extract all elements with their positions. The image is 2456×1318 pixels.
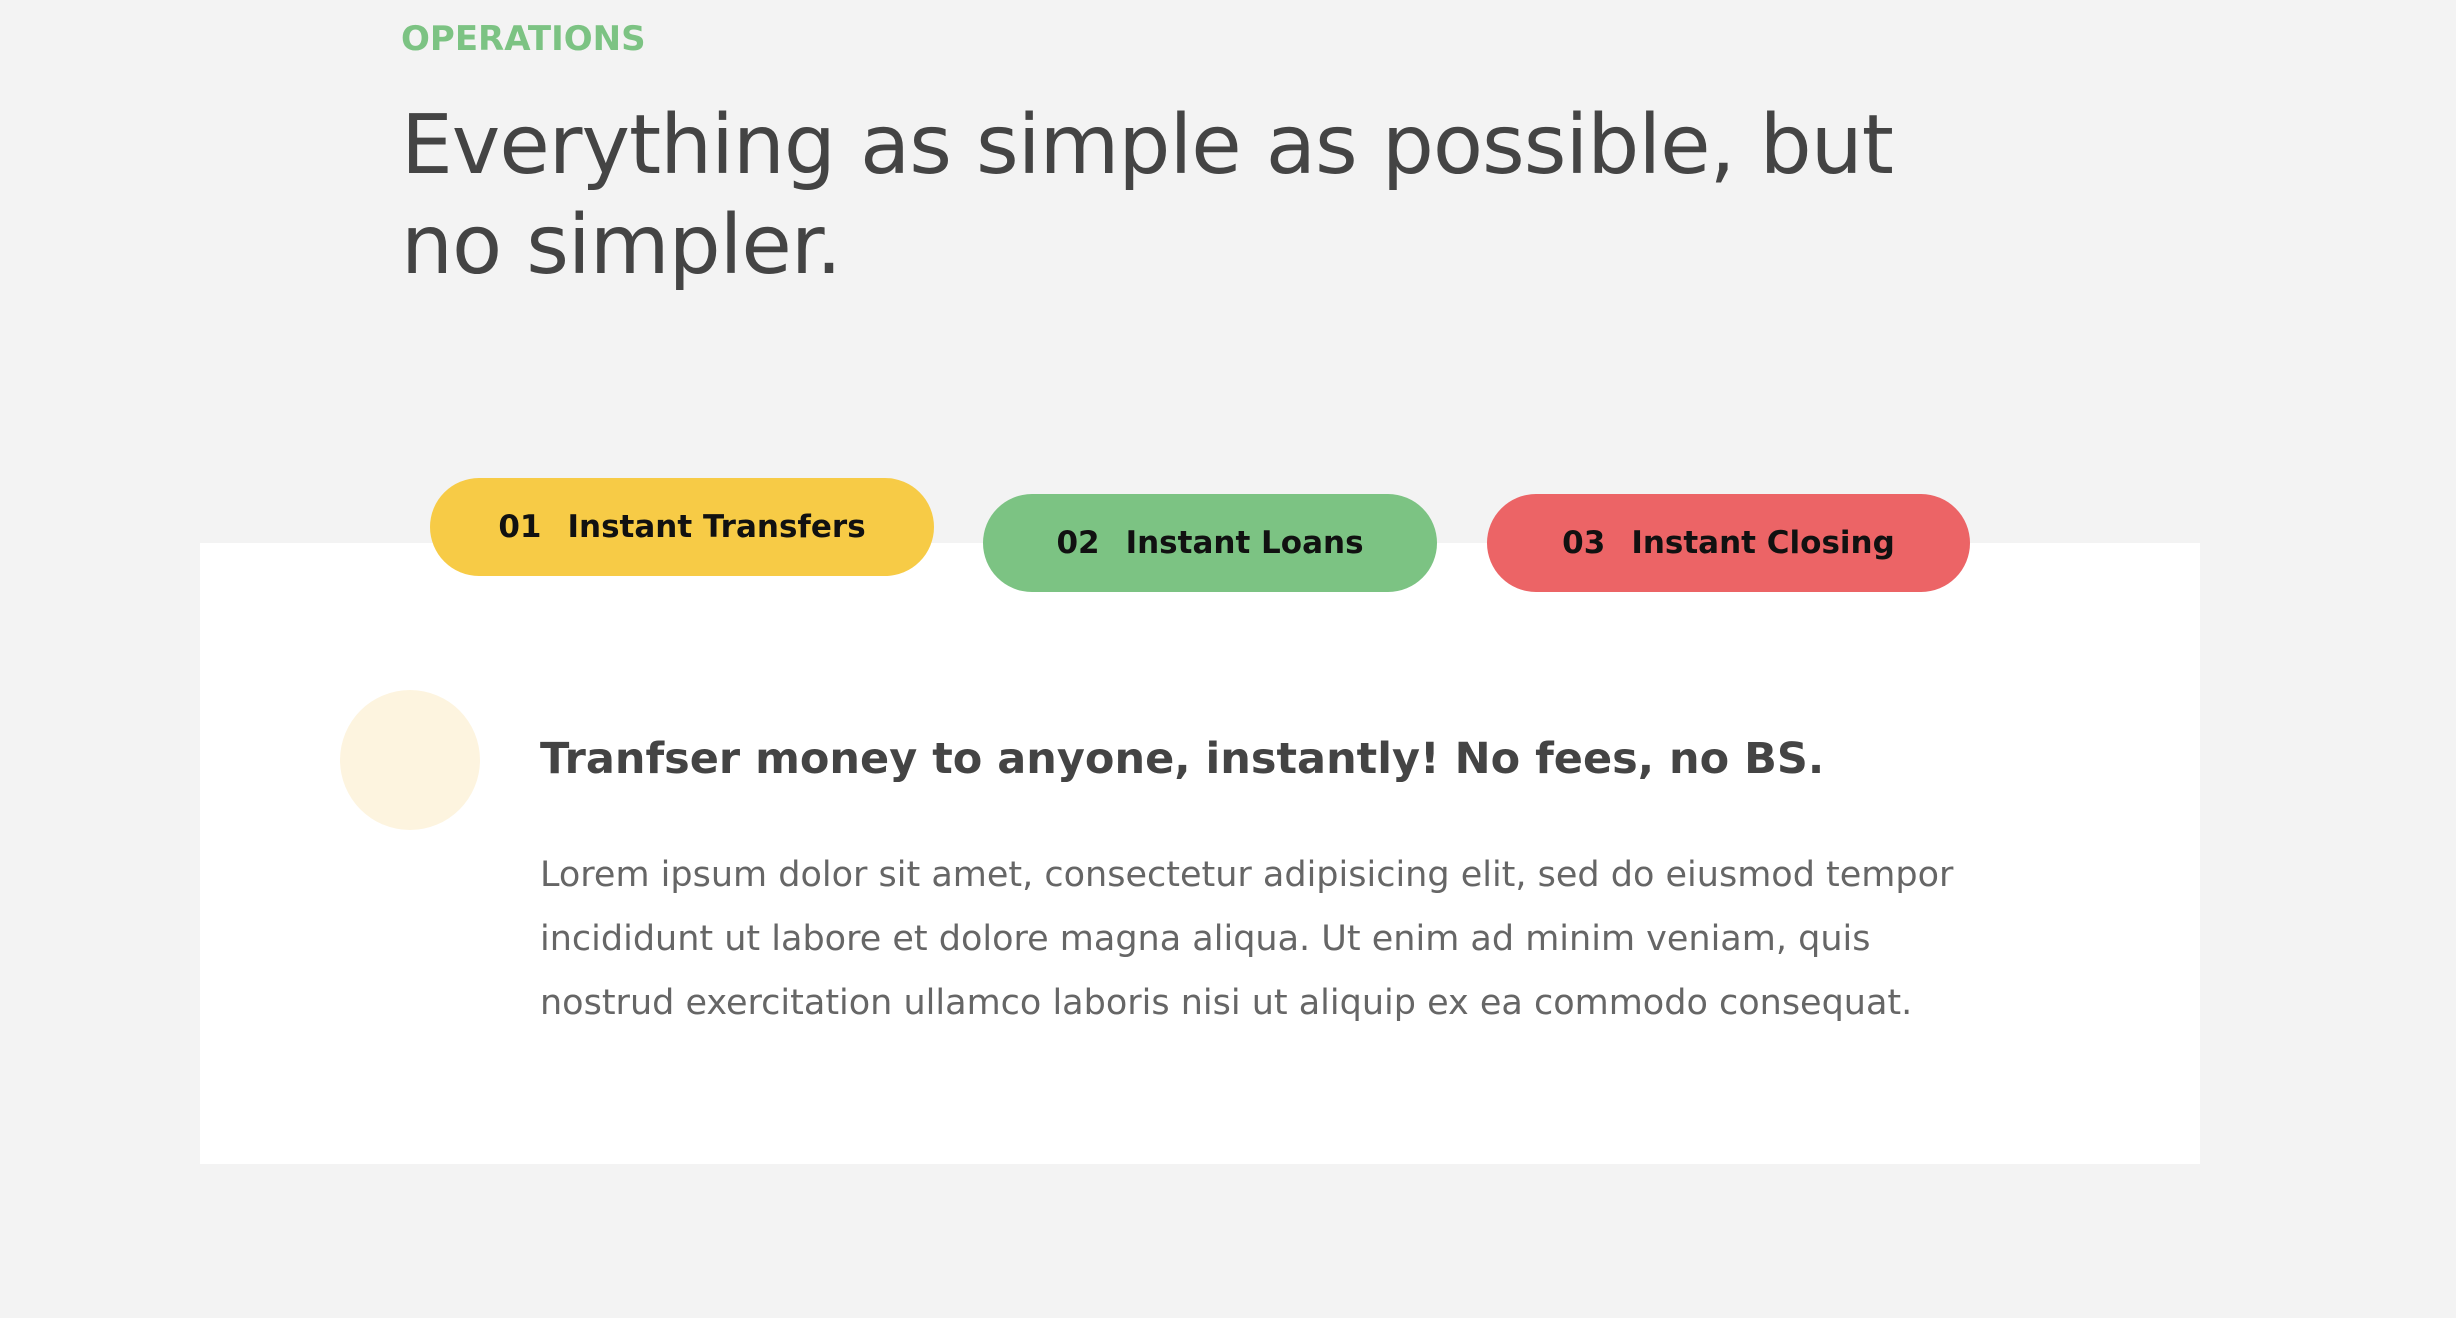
tab-instant-closing[interactable]: 03 Instant Closing [1487,494,1970,592]
tab-number-01: 01 [498,509,542,545]
content-heading: Tranfser money to anyone, instantly! No … [540,734,1825,784]
tab-instant-loans[interactable]: 02 Instant Loans [983,494,1437,592]
tab-label-instant-transfers: Instant Transfers [567,509,866,545]
tab-label-instant-loans: Instant Loans [1125,525,1364,561]
section-eyebrow: OPERATIONS [401,19,646,59]
tab-instant-transfers[interactable]: 01 Instant Transfers [430,478,934,576]
tab-number-02: 02 [1056,525,1100,561]
section-title: Everything as simple as possible, but no… [401,98,1894,293]
transfer-icon [340,690,480,830]
content-body: Lorem ipsum dolor sit amet, consectetur … [540,855,1954,1023]
tab-label-instant-closing: Instant Closing [1631,525,1895,561]
tab-number-03: 03 [1562,525,1606,561]
